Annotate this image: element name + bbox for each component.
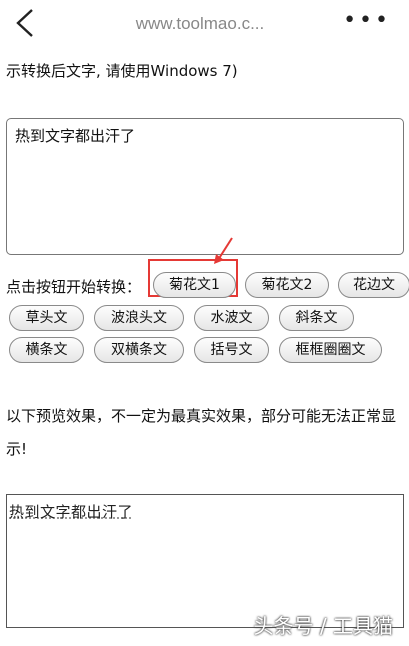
browser-topbar: www.toolmao.c... ••• [0, 0, 409, 48]
button-xietiaowen[interactable]: 斜条文 [279, 305, 354, 331]
button-bolangtouwen[interactable]: 波浪头文 [94, 305, 184, 331]
button-juhuawen1[interactable]: 菊花文1 [153, 272, 236, 298]
preview-note: 以下预览效果，不一定为最真实效果，部分可能无法正常显示! [6, 407, 397, 458]
top-note: 示转换后文字, 请使用Windows 7) [6, 62, 238, 80]
button-hengtiaowen[interactable]: 横条文 [9, 337, 84, 363]
watermark: 头条号 / 工具猫 [253, 614, 393, 638]
prompt-label: 点击按钮开始转换： [6, 278, 142, 296]
more-options-icon[interactable]: ••• [343, 8, 391, 33]
button-shuanghengtiaowen[interactable]: 双横条文 [94, 337, 184, 363]
preview-text: 热到文字都出汗了 [9, 503, 134, 521]
input-textarea[interactable]: 热到文字都出汗了 [6, 118, 404, 255]
preview-box: 热到文字都出汗了 [6, 494, 404, 628]
button-kuohaowen[interactable]: 括号文 [194, 337, 269, 363]
button-kuangkuangquanquanwen[interactable]: 框框圈圈文 [279, 337, 382, 363]
back-arrow-icon[interactable] [12, 6, 38, 40]
button-huabianwen[interactable]: 花边文 [338, 272, 409, 298]
button-shuibowen[interactable]: 水波文 [194, 305, 269, 331]
button-juhuawen2[interactable]: 菊花文2 [245, 272, 329, 298]
button-caotouwen[interactable]: 草头文 [9, 305, 84, 331]
url-bar[interactable]: www.toolmao.c... [100, 14, 300, 34]
